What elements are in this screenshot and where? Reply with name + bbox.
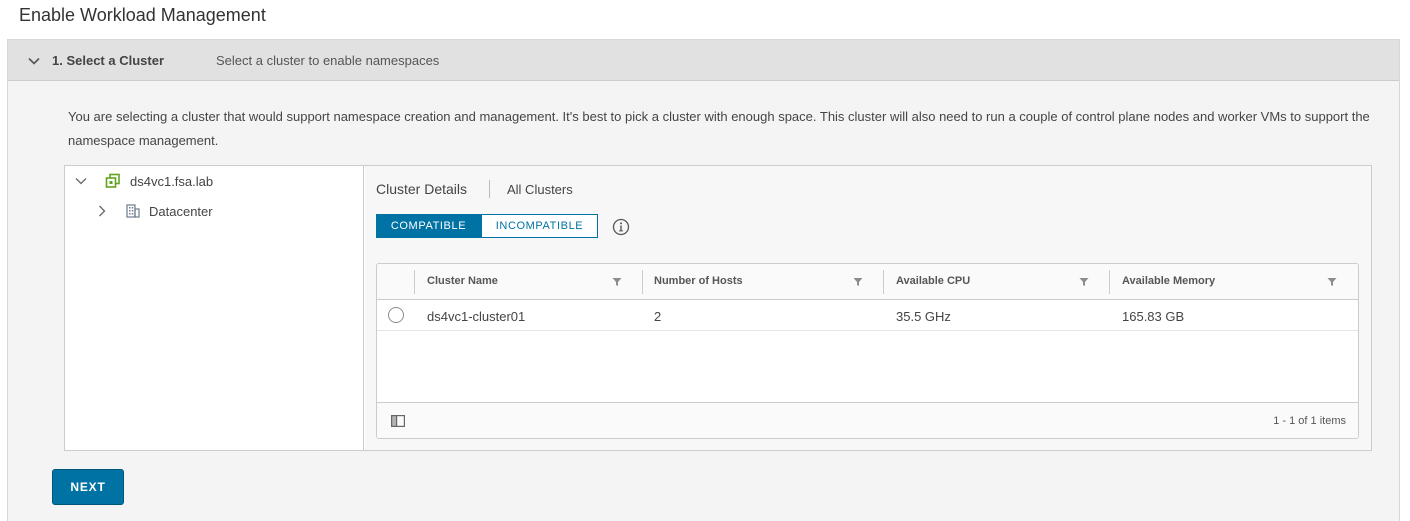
cell-number-of-hosts: 2 — [654, 309, 662, 324]
cluster-selection-box: ds4vc1.fsa.lab Datacenter Cluster Detail… — [64, 165, 1372, 451]
cluster-details-pane: Cluster Details All Clusters COMPATIBLE … — [365, 166, 1371, 450]
next-button[interactable]: NEXT — [52, 469, 124, 505]
row-select-radio[interactable] — [388, 307, 404, 323]
wizard-panel: 1. Select a Cluster Select a cluster to … — [7, 39, 1400, 521]
tree-node-root[interactable]: ds4vc1.fsa.lab — [75, 171, 213, 191]
datagrid-footer: 1 - 1 of 1 items — [377, 402, 1358, 438]
filter-icon[interactable] — [1327, 277, 1337, 287]
chevron-down-icon[interactable] — [75, 175, 87, 187]
column-toggle-icon[interactable] — [391, 415, 405, 427]
page-title: Enable Workload Management — [19, 5, 266, 25]
column-separator[interactable] — [1109, 270, 1110, 294]
tab-compatible[interactable]: COMPATIBLE — [376, 214, 481, 238]
filter-icon[interactable] — [853, 277, 863, 287]
filter-icon[interactable] — [612, 277, 622, 287]
cell-available-memory: 165.83 GB — [1122, 309, 1185, 324]
pagination-text: 1 - 1 of 1 items — [1273, 415, 1346, 427]
cell-available-cpu: 35.5 GHz — [896, 309, 951, 324]
chevron-down-icon[interactable] — [27, 54, 41, 68]
cell-cluster-name: ds4vc1-cluster01 — [427, 309, 526, 324]
tree-node-datacenter[interactable]: Datacenter — [96, 201, 213, 221]
column-header-available-cpu[interactable]: Available CPU — [896, 275, 970, 287]
divider — [489, 180, 490, 198]
tree-node-label[interactable]: ds4vc1.fsa.lab — [130, 174, 213, 189]
step-header[interactable]: 1. Select a Cluster Select a cluster to … — [8, 40, 1399, 81]
filter-icon[interactable] — [1079, 277, 1089, 287]
column-separator — [414, 270, 415, 294]
vcenter-icon — [105, 173, 120, 188]
info-icon[interactable] — [612, 218, 630, 236]
chevron-right-icon[interactable] — [96, 205, 108, 217]
column-header-number-of-hosts[interactable]: Number of Hosts — [654, 275, 743, 287]
column-separator[interactable] — [642, 270, 643, 294]
cluster-details-title: Cluster Details — [376, 181, 468, 197]
tree-node-label[interactable]: Datacenter — [149, 204, 213, 219]
step-title: 1. Select a Cluster — [52, 53, 164, 68]
datagrid-header: Cluster Name Number of Hosts Available C… — [377, 264, 1358, 300]
column-header-cluster-name[interactable]: Cluster Name — [427, 275, 498, 287]
step-description: Select a cluster to enable namespaces — [216, 53, 440, 68]
column-separator[interactable] — [883, 270, 884, 294]
tab-incompatible[interactable]: INCOMPATIBLE — [481, 214, 598, 238]
inventory-tree: ds4vc1.fsa.lab Datacenter — [65, 166, 364, 450]
all-clusters-link[interactable]: All Clusters — [507, 182, 573, 197]
column-header-available-memory[interactable]: Available Memory — [1122, 275, 1215, 287]
datacenter-icon — [126, 204, 140, 218]
cluster-datagrid: Cluster Name Number of Hosts Available C… — [376, 263, 1359, 439]
table-row[interactable]: ds4vc1-cluster01 2 35.5 GHz 165.83 GB — [377, 300, 1358, 331]
step-intro-text: You are selecting a cluster that would s… — [68, 109, 1370, 148]
